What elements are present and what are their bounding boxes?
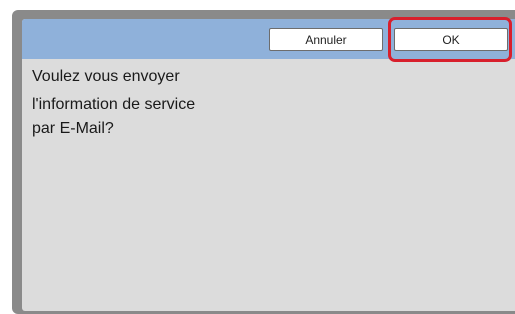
cancel-button[interactable]: Annuler [269,28,383,51]
message-line-1: Voulez vous envoyer [32,68,180,85]
message-line-2: l'information de service [32,96,196,113]
dialog-screen: Annuler OK Voulez vous envoyer l'informa… [22,19,515,311]
ok-button[interactable]: OK [394,28,508,51]
message-line-3: par E-Mail? [32,120,114,137]
dialog-message: Voulez vous envoyer l'information de ser… [32,65,332,141]
dialog-header-bar: Annuler OK [22,19,515,59]
